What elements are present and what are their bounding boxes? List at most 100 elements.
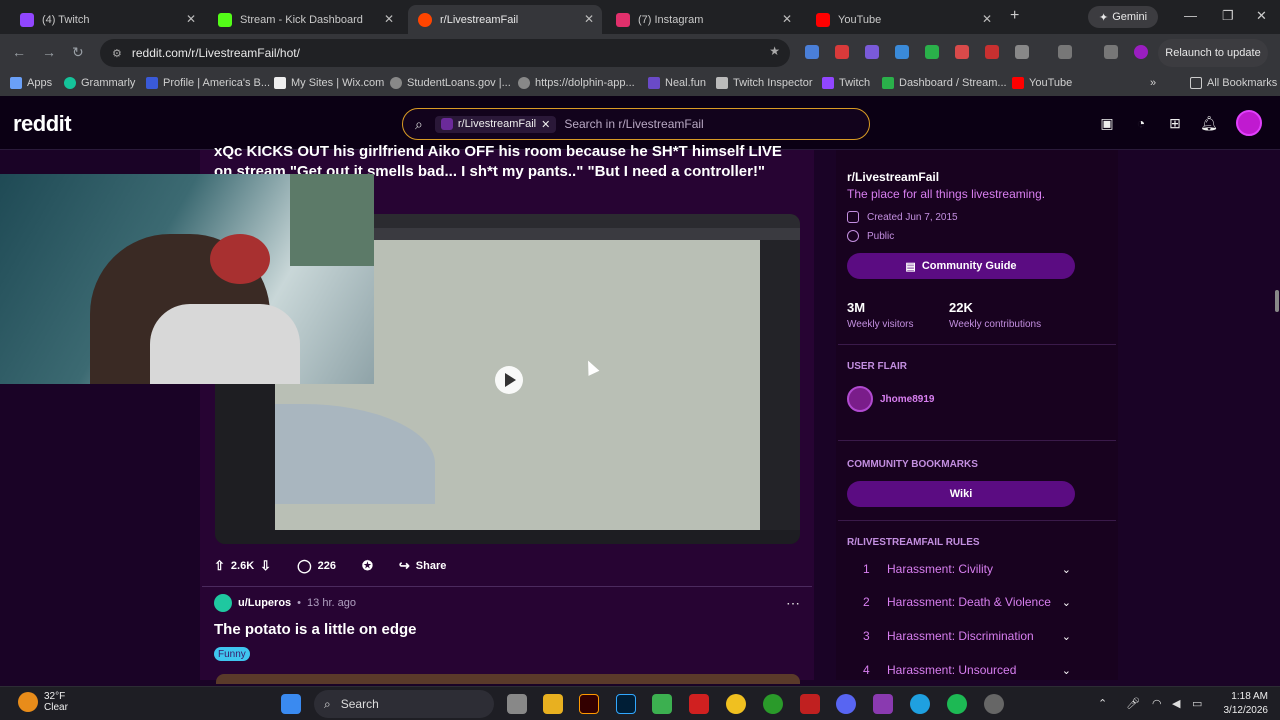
bookmark-dolphin[interactable]: https://dolphin-app... xyxy=(518,77,635,89)
bookmark-youtube[interactable]: YouTube xyxy=(1012,77,1072,89)
user-flair-name[interactable]: Jhome8919 xyxy=(880,394,934,405)
spotify-icon[interactable] xyxy=(947,694,967,714)
tray-overflow-icon[interactable]: ⌃ xyxy=(1098,697,1107,710)
bookmark-all[interactable]: All Bookmarks xyxy=(1190,77,1277,89)
extension-icon[interactable] xyxy=(835,45,849,59)
extension-icon[interactable] xyxy=(865,45,879,59)
taskbar-search[interactable]: ⌕ Search xyxy=(314,690,494,718)
close-icon[interactable]: ✕ xyxy=(782,12,792,26)
close-icon[interactable]: ✕ xyxy=(982,12,992,26)
tab-search-icon[interactable] xyxy=(1058,45,1072,59)
share-button[interactable]: ↪ Share xyxy=(399,558,446,574)
bookmark-twitch[interactable]: Twitch xyxy=(822,77,870,89)
back-icon[interactable]: ← xyxy=(12,44,26,60)
wifi-icon[interactable]: ◠ xyxy=(1152,697,1162,710)
relaunch-button[interactable]: Relaunch to update xyxy=(1158,39,1268,67)
window-close-icon[interactable]: ✕ xyxy=(1256,8,1267,24)
app-icon[interactable] xyxy=(652,694,672,714)
bookmark-wix[interactable]: My Sites | Wix.com xyxy=(274,77,384,89)
comments-button[interactable]: ◯ 226 xyxy=(297,558,336,574)
more-options-icon[interactable]: ⋯ xyxy=(786,595,800,612)
minimize-icon[interactable]: — xyxy=(1184,8,1197,23)
acrobat-icon[interactable] xyxy=(689,694,709,714)
media-icon[interactable] xyxy=(1104,45,1118,59)
post-flair[interactable]: Funny xyxy=(214,647,250,661)
create-post-icon[interactable]: ⊞ xyxy=(1166,115,1184,133)
rule-item[interactable]: 4 Harassment: Unsourced ⌄ xyxy=(847,663,1071,677)
bookmark-star-icon[interactable]: ★ xyxy=(769,44,780,58)
forward-icon[interactable]: → xyxy=(42,44,56,60)
downvote-icon[interactable]: ⇩ xyxy=(260,558,271,574)
gemini-button[interactable]: ✦ Gemini xyxy=(1088,6,1158,28)
rule-item[interactable]: 1 Harassment: Civility ⌄ xyxy=(847,562,1071,576)
bookmark-twitch-inspector[interactable]: Twitch Inspector xyxy=(716,77,812,89)
file-explorer-icon[interactable] xyxy=(543,694,563,714)
microphone-icon[interactable]: 🎤︎ xyxy=(1126,697,1140,710)
subreddit-chip[interactable]: r/LivestreamFail ✕ xyxy=(434,115,557,133)
avatar[interactable] xyxy=(214,594,232,612)
bookmark-apps[interactable]: Apps xyxy=(10,77,52,89)
post-title[interactable]: The potato is a little on edge xyxy=(214,621,417,638)
xbox-icon[interactable] xyxy=(763,694,783,714)
page-scrollbar[interactable] xyxy=(1274,150,1280,680)
app-icon[interactable] xyxy=(873,694,893,714)
tab-twitch[interactable]: (4) Twitch ✕ xyxy=(10,5,204,34)
user-avatar[interactable] xyxy=(1236,110,1262,136)
close-icon[interactable]: ✕ xyxy=(584,12,594,26)
edge-icon[interactable] xyxy=(910,694,930,714)
voicemeeter-icon[interactable] xyxy=(800,694,820,714)
bookmark-profile[interactable]: Profile | America's B... xyxy=(146,77,270,89)
reload-icon[interactable]: ↻ xyxy=(72,44,84,61)
chat-icon[interactable]: ◔ xyxy=(1132,115,1150,133)
tab-youtube[interactable]: YouTube ✕ xyxy=(806,5,1000,34)
award-button[interactable]: ✪ xyxy=(362,558,373,574)
extension-icon[interactable] xyxy=(925,45,939,59)
discord-icon[interactable] xyxy=(836,694,856,714)
tab-kick[interactable]: Stream - Kick Dashboard ✕ xyxy=(208,5,402,34)
obs-icon[interactable] xyxy=(984,694,1004,714)
site-info-icon[interactable]: ⚙ xyxy=(112,47,122,60)
upvote-icon[interactable]: ⇧ xyxy=(214,558,225,574)
bookmark-dashboard[interactable]: Dashboard / Stream... xyxy=(882,77,1007,89)
extension-icon[interactable] xyxy=(805,45,819,59)
weather-widget[interactable]: 32°F Clear xyxy=(18,691,68,713)
play-icon[interactable] xyxy=(495,366,523,394)
rule-item[interactable]: 3 Harassment: Discrimination ⌄ xyxy=(847,629,1071,643)
illustrator-icon[interactable] xyxy=(579,694,599,714)
close-icon[interactable]: ✕ xyxy=(384,12,394,26)
reddit-logo[interactable]: reddit xyxy=(13,111,72,137)
profile-icon[interactable] xyxy=(1134,45,1148,59)
chip-close-icon[interactable]: ✕ xyxy=(541,118,550,131)
windows-start-icon[interactable] xyxy=(281,694,301,714)
bookmark-studentloans[interactable]: StudentLoans.gov |... xyxy=(390,77,511,89)
new-tab-button[interactable]: + xyxy=(1010,7,1019,25)
browser-tab-strip: (4) Twitch ✕ Stream - Kick Dashboard ✕ r… xyxy=(0,0,1280,34)
task-view-icon[interactable] xyxy=(507,694,527,714)
wiki-button[interactable]: Wiki xyxy=(847,481,1075,507)
system-clock[interactable]: 1:18 AM 3/12/2026 xyxy=(1216,690,1269,718)
bookmark-nealfun[interactable]: Neal.fun xyxy=(648,77,706,89)
tab-instagram[interactable]: (7) Instagram ✕ xyxy=(606,5,800,34)
maximize-icon[interactable]: ❐ xyxy=(1222,8,1234,24)
post-thumbnail[interactable] xyxy=(216,674,800,684)
advertise-icon[interactable]: ▣ xyxy=(1098,115,1116,133)
extension-icon[interactable] xyxy=(985,45,999,59)
close-icon[interactable]: ✕ xyxy=(186,12,196,26)
battery-icon[interactable]: ▭ xyxy=(1192,697,1202,710)
search-input[interactable]: ⌕ r/LivestreamFail ✕ Search in r/Livestr… xyxy=(402,108,870,140)
tab-livestreamfail[interactable]: r/LivestreamFail ✕ xyxy=(408,5,602,34)
post-author[interactable]: u/Luperos xyxy=(238,597,291,609)
volume-icon[interactable]: ◀ xyxy=(1172,697,1180,710)
bookmark-grammarly[interactable]: Grammarly xyxy=(64,77,135,89)
address-bar[interactable]: ⚙ reddit.com/r/LivestreamFail/hot/ ★ xyxy=(100,39,790,67)
photoshop-icon[interactable] xyxy=(616,694,636,714)
extensions-puzzle-icon[interactable] xyxy=(1015,45,1029,59)
scrollbar-thumb[interactable] xyxy=(1275,290,1279,312)
community-guide-button[interactable]: ▤ Community Guide xyxy=(847,253,1075,279)
rule-item[interactable]: 2 Harassment: Death & Violence ⌄ xyxy=(847,595,1071,609)
extension-icon[interactable] xyxy=(955,45,969,59)
extension-icon[interactable] xyxy=(895,45,909,59)
notification-bell-icon[interactable]: 🔔︎ xyxy=(1200,115,1218,133)
more-bookmarks-icon[interactable]: » xyxy=(1150,77,1156,89)
chrome-icon[interactable] xyxy=(726,694,746,714)
